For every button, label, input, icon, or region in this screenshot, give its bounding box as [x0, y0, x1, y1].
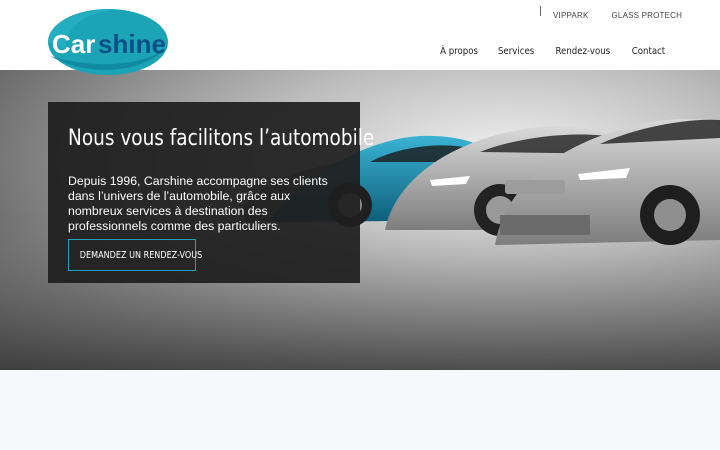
main-nav: À propos Services Rendez-vous Contact — [437, 46, 668, 57]
content-section — [0, 370, 720, 450]
top-link-glass-protech[interactable]: GLASS PROTECH — [612, 11, 683, 20]
hero-title: Nous vous facilitons l’automobile — [68, 126, 375, 151]
nav-item-a-propos[interactable]: À propos — [440, 46, 478, 57]
appointment-button[interactable]: DEMANDEZ UN RENDEZ-VOUS — [68, 239, 202, 271]
hero-card: Nous vous facilitons l’automobile Depuis… — [48, 102, 374, 283]
top-links: VIPPARK GLASS PROTECH — [540, 6, 682, 20]
hero-banner: Nous vous facilitons l’automobile Depuis… — [0, 70, 720, 370]
carshine-logo[interactable]: Car shine — [46, 6, 170, 78]
appointment-button-label: DEMANDEZ UN RENDEZ-VOUS — [79, 249, 203, 261]
hero-text: Depuis 1996, Carshine accompagne ses cli… — [68, 174, 328, 233]
nav-item-rendez-vous[interactable]: Rendez-vous — [556, 46, 611, 57]
top-link-vippark[interactable]: VIPPARK — [553, 11, 589, 20]
logo-text-car: Car — [52, 29, 95, 59]
nav-item-contact[interactable]: Contact — [632, 46, 665, 57]
nav-item-services[interactable]: Services — [498, 46, 534, 57]
logo-text-shine: shine — [98, 29, 166, 59]
site-header: Car shine VIPPARK GLASS PROTECH À propos … — [0, 0, 720, 75]
